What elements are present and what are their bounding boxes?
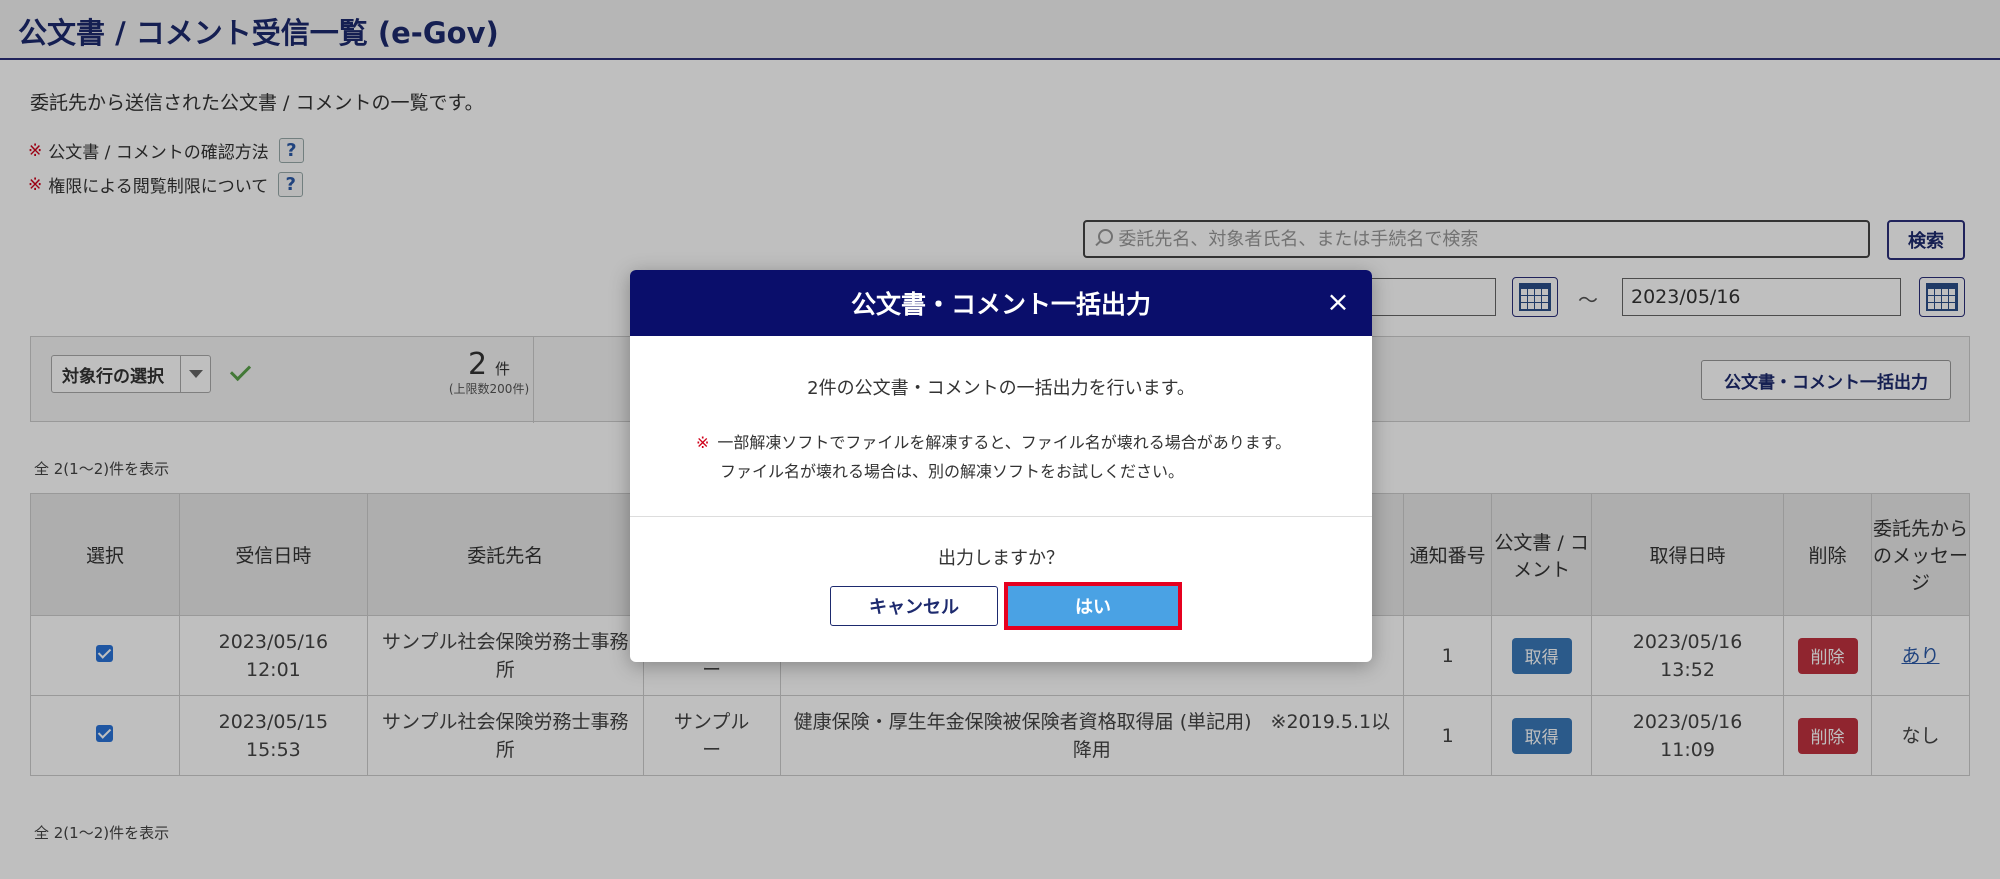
yes-button-highlight: はい — [1004, 582, 1182, 630]
cancel-button[interactable]: キャンセル — [830, 586, 998, 626]
dialog-warning: ※ 一部解凍ソフトでファイルを解凍すると、ファイル名が壊れる場合があります。 ファ… — [696, 428, 1291, 486]
page: 公文書 / コメント受信一覧 (e-Gov) 委託先から送信された公文書 / コ… — [0, 0, 2000, 879]
dialog-divider — [630, 516, 1372, 517]
warning-mark: ※ — [696, 433, 710, 452]
bulk-export-dialog: 公文書・コメント一括出力 × 2件の公文書・コメントの一括出力を行います。 ※ 一… — [630, 270, 1372, 662]
dialog-title: 公文書・コメント一括出力 — [850, 290, 1151, 319]
dialog-message: 2件の公文書・コメントの一括出力を行います。 — [807, 378, 1195, 399]
dialog-header: 公文書・コメント一括出力 × — [630, 270, 1372, 336]
warning-line-1: 一部解凍ソフトでファイルを解凍すると、ファイル名が壊れる場合があります。 — [717, 433, 1292, 452]
warning-line-2: ファイル名が壊れる場合は、別の解凍ソフトをお試しください。 — [720, 462, 1185, 481]
yes-button[interactable]: はい — [1008, 586, 1178, 626]
close-icon[interactable]: × — [1322, 286, 1354, 318]
dialog-question: 出力しますか？ — [938, 548, 1064, 569]
